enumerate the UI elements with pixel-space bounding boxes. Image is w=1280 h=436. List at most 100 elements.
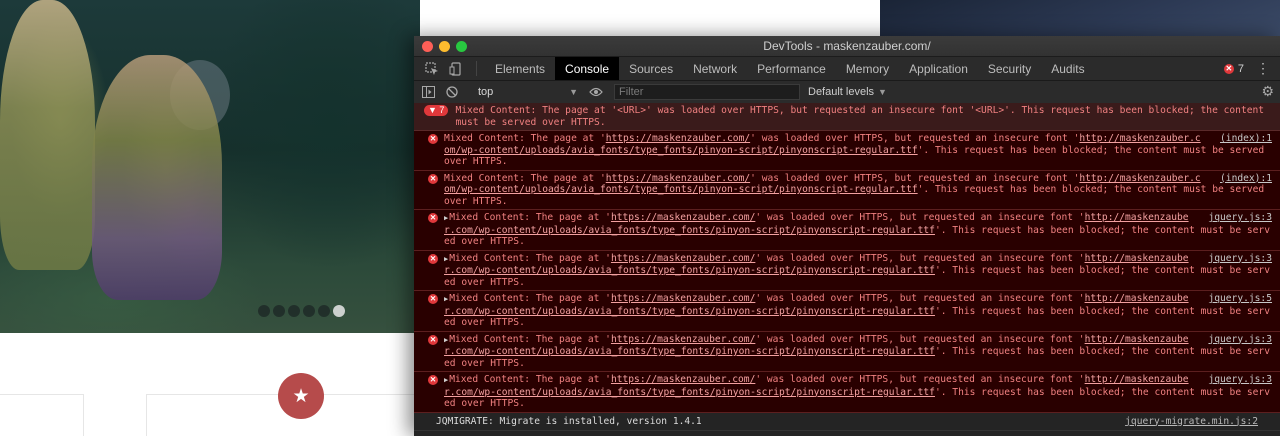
message-text-part: Mixed Content: The page at ': [449, 212, 611, 223]
error-count: 7: [1237, 62, 1244, 75]
error-icon: ✕: [428, 173, 438, 184]
slider-dot[interactable]: [288, 305, 300, 317]
star-badge-icon: ★: [278, 373, 324, 419]
message-source-link[interactable]: jquery-migrate.min.js:2: [1125, 416, 1258, 428]
message-text-part: ' was loaded over HTTPS, but requested a…: [755, 252, 1085, 264]
tab-network[interactable]: Network: [683, 57, 747, 80]
page-url-link[interactable]: https://maskenzauber.com/: [606, 173, 750, 184]
message-text-part: Mixed Content: The page at ': [444, 133, 606, 144]
toolbar-divider: [476, 61, 477, 76]
message-text-part: Mixed Content: The page at ': [449, 252, 611, 264]
console-info-message: JQMIGRATE: Migrate is installed, version…: [414, 412, 1280, 431]
console-error-message[interactable]: ✕ (index):1 Mixed Content: The page at 'ht…: [414, 170, 1280, 210]
group-message-text: Mixed Content: The page at '<URL>' was l…: [455, 105, 1265, 128]
devtools-tabbar: Elements Console Sources Network Performance…: [414, 57, 1280, 81]
error-message-text: jquery.js:5 ▶Mixed Content: The page at '…: [444, 293, 1272, 329]
message-text-part: Mixed Content: The page at ': [449, 374, 611, 385]
tab-performance[interactable]: Performance: [747, 57, 836, 80]
console-error-message[interactable]: ✕ (index):1 Mixed Content: The page at 'ht…: [414, 131, 1280, 171]
message-text-part: ' was loaded over HTTPS, but requested a…: [750, 133, 1080, 144]
chevron-down-icon: ▼: [569, 87, 578, 97]
hero-figure-right: [92, 55, 222, 300]
error-icon: ✕: [428, 213, 438, 223]
devtools-window: DevTools - maskenzauber.com/ Elements Con…: [414, 36, 1280, 436]
log-levels-label: Default levels: [808, 86, 875, 98]
expand-triangle-icon[interactable]: ▶: [444, 336, 448, 344]
page-url-link[interactable]: https://maskenzauber.com/: [611, 212, 755, 223]
hero-image: [0, 0, 420, 333]
page-url-link[interactable]: https://maskenzauber.com/: [611, 334, 755, 345]
error-message-text: (index):1 Mixed Content: The page at 'htt…: [444, 133, 1272, 168]
console-error-message[interactable]: ✕ jquery.js:3 ▶Mixed Content: The page at …: [414, 250, 1280, 291]
expand-triangle-icon[interactable]: ▶: [444, 214, 448, 222]
console-error-message[interactable]: ✕ jquery.js:3 ▶Mixed Content: The page at …: [414, 372, 1280, 413]
console-filter-input[interactable]: [614, 84, 800, 100]
message-source-link[interactable]: (index):1: [1220, 133, 1272, 145]
gear-icon[interactable]: ⚙: [1261, 83, 1274, 100]
show-sidebar-icon[interactable]: [416, 86, 440, 98]
expand-triangle-icon[interactable]: ▶: [444, 255, 448, 263]
message-text-part: Mixed Content: The page at ': [449, 333, 611, 345]
live-expression-eye-icon[interactable]: [584, 87, 608, 97]
window-titlebar[interactable]: DevTools - maskenzauber.com/: [414, 36, 1280, 57]
error-message-text: jquery.js:3 ▶Mixed Content: The page at '…: [444, 334, 1272, 370]
page-url-link[interactable]: https://maskenzauber.com/: [606, 133, 750, 144]
console-messages: ▼ 7 Mixed Content: The page at '<URL>' w…: [414, 103, 1280, 436]
message-group-header[interactable]: ▼ 7 Mixed Content: The page at '<URL>' w…: [414, 103, 1280, 131]
page-url-link[interactable]: https://maskenzauber.com/: [611, 374, 755, 385]
message-source-link[interactable]: jquery.js:5: [1208, 293, 1272, 305]
device-toolbar-icon[interactable]: [444, 57, 468, 80]
error-message-text: (index):1 Mixed Content: The page at 'htt…: [444, 173, 1272, 208]
tab-memory[interactable]: Memory: [836, 57, 899, 80]
group-count-badge: ▼ 7: [424, 104, 449, 116]
context-value: top: [478, 86, 494, 98]
console-error-message[interactable]: ✕ jquery.js:3 ▶Mixed Content: The page at …: [414, 210, 1280, 251]
message-source-link[interactable]: jquery.js:3: [1208, 253, 1272, 265]
slider-dot[interactable]: [318, 305, 330, 317]
slider-dot-active[interactable]: [333, 305, 345, 317]
hero-figure-left: [0, 0, 95, 270]
context-selector[interactable]: top ▼: [472, 83, 584, 101]
error-message-text: jquery.js:3 ▶Mixed Content: The page at '…: [444, 212, 1272, 248]
kebab-menu-icon[interactable]: ⋮: [1256, 57, 1270, 80]
tab-elements[interactable]: Elements: [485, 57, 555, 80]
message-text-part: Mixed Content: The page at ': [449, 293, 611, 304]
maximize-window-button[interactable]: [456, 41, 467, 52]
tab-application[interactable]: Application: [899, 57, 978, 80]
slider-dot[interactable]: [258, 305, 270, 317]
clear-console-icon[interactable]: [440, 86, 464, 98]
error-icon: ✕: [428, 294, 438, 304]
expand-triangle-icon[interactable]: ▶: [444, 295, 448, 303]
error-message-text: jquery.js:3 ▶Mixed Content: The page at '…: [444, 253, 1272, 289]
tab-console[interactable]: Console: [555, 57, 620, 80]
close-window-button[interactable]: [422, 41, 433, 52]
message-source-link[interactable]: (index):1: [1220, 173, 1272, 185]
error-icon: ✕: [428, 375, 438, 385]
slider-dot[interactable]: [273, 305, 285, 317]
message-source-link[interactable]: jquery.js:3: [1208, 374, 1272, 386]
message-text-part: ' was loaded over HTTPS, but requested a…: [755, 293, 1085, 304]
message-source-link[interactable]: jquery.js:3: [1208, 334, 1272, 346]
tab-sources[interactable]: Sources: [619, 57, 683, 80]
error-counter[interactable]: ✕ 7: [1223, 57, 1244, 80]
expand-triangle-icon[interactable]: ▶: [444, 376, 448, 384]
console-error-message[interactable]: ✕ jquery.js:5 ▶Mixed Content: The page at …: [414, 291, 1280, 332]
console-prompt[interactable]: ›: [414, 431, 1280, 436]
console-error-message[interactable]: ✕ jquery.js:3 ▶Mixed Content: The page at …: [414, 331, 1280, 372]
minimize-window-button[interactable]: [439, 41, 450, 52]
tab-audits[interactable]: Audits: [1041, 57, 1094, 80]
window-title: DevTools - maskenzauber.com/: [763, 39, 931, 53]
page-url-link[interactable]: https://maskenzauber.com/: [611, 253, 755, 264]
group-count: 7: [439, 104, 445, 115]
error-icon: ✕: [1223, 63, 1234, 74]
tab-security[interactable]: Security: [978, 57, 1041, 80]
message-list: ✕ (index):1 Mixed Content: The page at 'ht…: [414, 131, 1280, 413]
slider-dot[interactable]: [303, 305, 315, 317]
message-text-part: ' was loaded over HTTPS, but requested a…: [755, 212, 1085, 223]
message-source-link[interactable]: jquery.js:3: [1208, 212, 1272, 224]
page-url-link[interactable]: https://maskenzauber.com/: [611, 293, 755, 304]
log-levels-dropdown[interactable]: Default levels ▼: [808, 86, 887, 98]
message-text-part: Mixed Content: The page at ': [444, 172, 606, 184]
message-text-part: ' was loaded over HTTPS, but requested a…: [750, 172, 1080, 184]
inspect-element-icon[interactable]: [420, 57, 444, 80]
